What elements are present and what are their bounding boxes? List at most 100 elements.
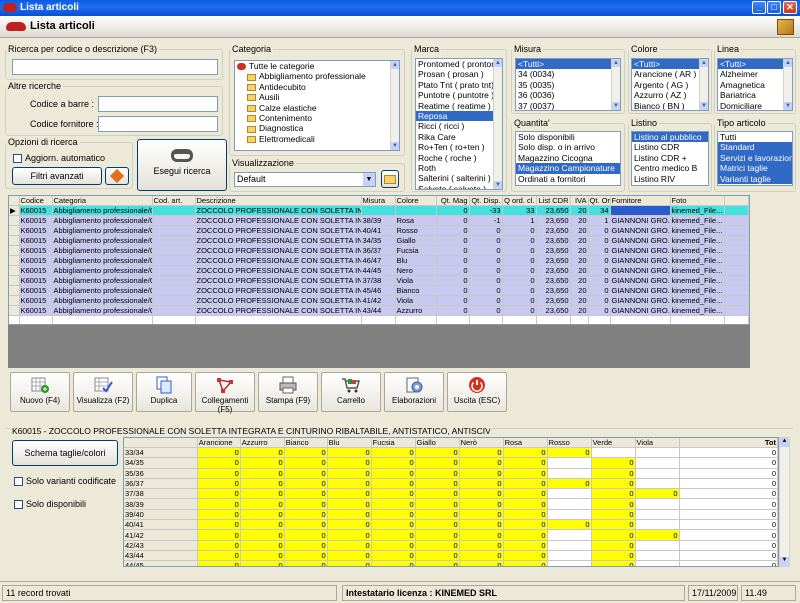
grid-vscroll[interactable]	[751, 195, 761, 368]
size-color-cell[interactable]: 0	[503, 468, 548, 479]
size-color-cell[interactable]	[547, 488, 592, 500]
column-header[interactable]: List CDR	[536, 196, 571, 206]
size-color-cell[interactable]: 0	[197, 488, 241, 500]
size-color-cell[interactable]: 0	[459, 468, 504, 479]
row-indicator[interactable]	[9, 275, 20, 286]
size-color-cell[interactable]: 0	[591, 468, 636, 479]
only-available-checkbox[interactable]: Solo disponibili	[14, 499, 86, 510]
article-type-list[interactable]: Tutti Standard Servizi e lavorazioni Matric…	[717, 131, 793, 186]
size-color-cell[interactable]: 0	[591, 498, 636, 510]
size-color-cell[interactable]: 0	[415, 478, 460, 490]
brand-list[interactable]: Prontomed ( prontom Prosan ( prosan ) Ptat…	[415, 58, 503, 190]
size-color-cell[interactable]: 0	[197, 478, 241, 490]
linea-item[interactable]: <Tutti>	[718, 59, 792, 70]
size-color-cell[interactable]: 0	[591, 550, 636, 562]
size-color-cell[interactable]: 0	[327, 529, 372, 541]
linea-item[interactable]: Alzheimer	[718, 69, 792, 79]
size-color-grid[interactable]: Arancione Azzurro Bianco Blu Fucsia Giallo Ner…	[123, 437, 779, 567]
marca-item[interactable]: Reatime ( reatime )	[416, 101, 502, 111]
size-color-cell[interactable]: 0	[197, 498, 241, 510]
marca-item[interactable]: Roth	[416, 163, 502, 173]
size-color-cell[interactable]: 0	[635, 488, 680, 500]
size-color-cell[interactable]: 0	[503, 457, 548, 469]
size-color-cell[interactable]: 0	[459, 529, 504, 541]
size-color-cell[interactable]: 0	[459, 509, 504, 521]
misura-item[interactable]: 34 (0034)	[516, 69, 620, 79]
size-color-cell[interactable]: 0	[197, 540, 241, 551]
column-header[interactable]: Misura	[361, 196, 396, 206]
size-color-cell[interactable]	[635, 498, 680, 510]
size-color-cell[interactable]: 0	[284, 550, 328, 562]
size-color-cell[interactable]: 0	[371, 478, 416, 490]
size-color-cell[interactable]: 0	[327, 550, 372, 562]
new-button[interactable]: Nuovo (F4)	[10, 372, 70, 412]
size-color-cell[interactable]: 0	[591, 560, 636, 566]
listino-item[interactable]: Listino al pubblico	[632, 132, 708, 143]
size-color-cell[interactable]: 0	[371, 540, 416, 551]
processing-button[interactable]: Elaborazioni	[384, 372, 444, 412]
size-color-cell[interactable]: 0	[371, 498, 416, 510]
colore-item[interactable]: Bianco ( BN )	[632, 101, 708, 110]
category-item[interactable]: Ausili	[235, 92, 399, 102]
size-color-cell[interactable]: 0	[503, 519, 548, 531]
size-color-cell[interactable]: 0	[591, 519, 636, 531]
size-color-cell[interactable]: 0	[240, 468, 285, 479]
size-color-cell[interactable]: 0	[591, 457, 636, 469]
exit-button[interactable]: Uscita (ESC)	[447, 372, 507, 412]
size-color-cell[interactable]: 0	[503, 447, 548, 459]
size-color-cell[interactable]: 0	[459, 560, 504, 566]
size-color-cell[interactable]: 0	[371, 519, 416, 531]
size-color-cell[interactable]: 0	[240, 529, 285, 541]
table-row[interactable]: K60015 Abbigliamento professionale/C... ZO…	[9, 305, 749, 316]
size-color-cell[interactable]: 0	[284, 540, 328, 551]
cart-button[interactable]: Carrello	[321, 372, 381, 412]
size-color-cell[interactable]: 0	[459, 550, 504, 562]
linea-item[interactable]: Domiciliare	[718, 101, 792, 110]
row-indicator[interactable]	[9, 305, 20, 316]
size-color-cell[interactable]: 0	[503, 550, 548, 562]
size-color-cell[interactable]: 0	[459, 498, 504, 510]
quantity-list[interactable]: Solo disponibili Solo disp. o in arrivo Ma…	[515, 131, 621, 186]
quantita-item[interactable]: Ordinati a fornitori	[516, 174, 620, 184]
line-scrollbar[interactable]: ▲ ▼	[783, 59, 792, 110]
size-color-cell[interactable]: 0	[371, 457, 416, 469]
size-color-cell[interactable]: 0	[240, 488, 285, 500]
size-color-cell[interactable]: 0	[197, 468, 241, 479]
size-color-cell[interactable]: 0	[371, 468, 416, 479]
size-color-cell[interactable]: 0	[591, 529, 636, 541]
category-item[interactable]: Abbigliamento professionale	[235, 71, 399, 81]
colore-item[interactable]: <Tutti>	[632, 59, 708, 70]
size-color-cell[interactable]: 0	[635, 529, 680, 541]
size-color-cell[interactable]: 0	[284, 509, 328, 521]
size-color-cell[interactable]	[635, 509, 680, 521]
column-header[interactable]: Descrizione	[195, 196, 362, 206]
marca-item[interactable]: Roche ( roche )	[416, 153, 502, 163]
size-color-cell[interactable]: 0	[327, 457, 372, 469]
colore-item[interactable]: Arancione ( AR )	[632, 69, 708, 79]
size-color-cell[interactable]: 0	[197, 529, 241, 541]
size-color-cell[interactable]	[547, 498, 592, 510]
size-color-cell[interactable]: 0	[284, 519, 328, 531]
size-color-cell[interactable]: 0	[371, 550, 416, 562]
category-item[interactable]: Antidecubito	[235, 82, 399, 92]
links-button[interactable]: Collegamenti (F5)	[195, 372, 255, 414]
size-color-cell[interactable]	[547, 468, 592, 479]
column-header[interactable]: Qt. Ord	[588, 196, 611, 206]
table-row[interactable]: ▶ K60015 Abbigliamento professionale/C... Z…	[9, 205, 749, 216]
size-color-cell[interactable]: 0	[503, 478, 548, 490]
size-color-cell[interactable]	[635, 540, 680, 551]
size-color-cell[interactable]	[547, 529, 592, 541]
size-color-cell[interactable]: 0	[284, 560, 328, 566]
view-button[interactable]: Visualizza (F2)	[73, 372, 133, 412]
size-color-cell[interactable]	[635, 519, 680, 531]
size-color-cell[interactable]: 0	[415, 488, 460, 500]
maximize-button[interactable]: □	[767, 1, 781, 14]
size-color-cell[interactable]: 0	[327, 498, 372, 510]
marca-item[interactable]: Prontomed ( prontom	[416, 59, 502, 69]
marca-item[interactable]: Puntotre ( puntotre )	[416, 90, 502, 100]
table-row[interactable]: K60015 Abbigliamento professionale/C... ZO…	[9, 265, 749, 276]
size-color-cell[interactable]: 0	[371, 447, 416, 459]
category-item[interactable]: Contenimento	[235, 113, 399, 123]
advanced-filters-button[interactable]: Filtri avanzati	[12, 167, 102, 185]
category-item[interactable]: Elettromedicali	[235, 134, 399, 144]
